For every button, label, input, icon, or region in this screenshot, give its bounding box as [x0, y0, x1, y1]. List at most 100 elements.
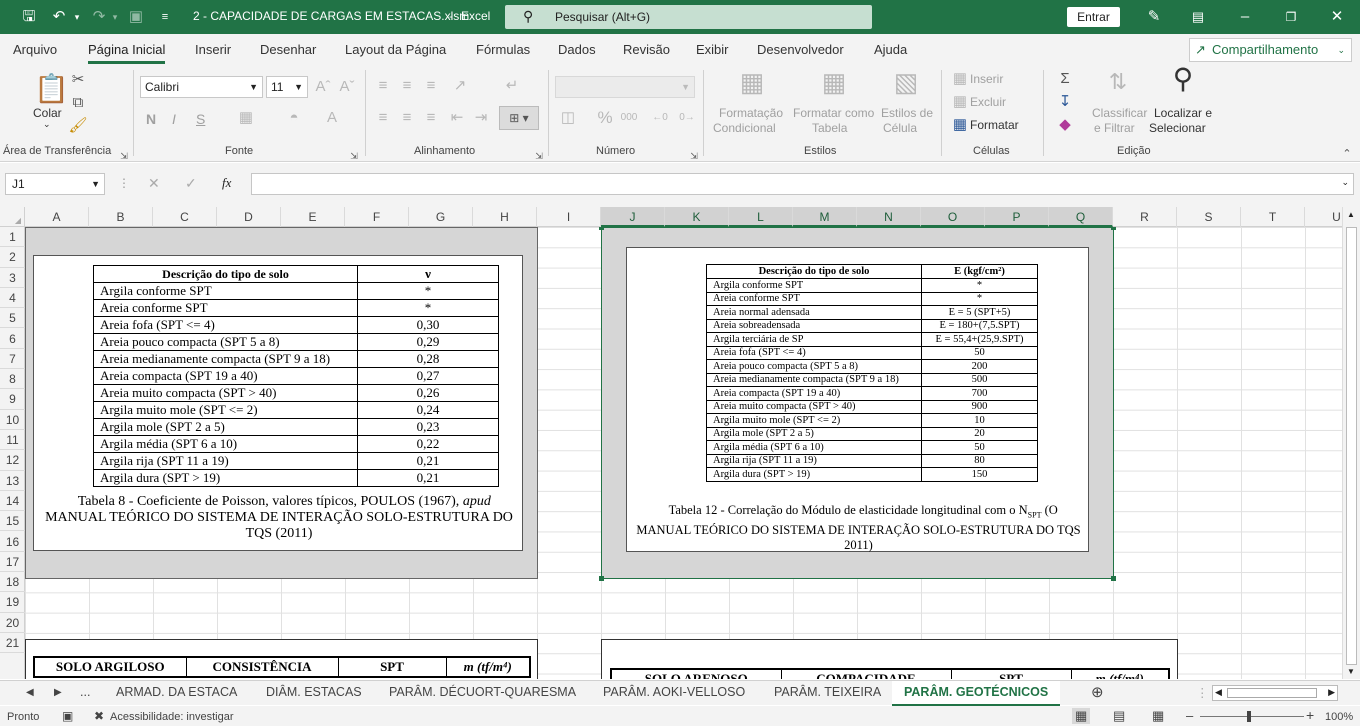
row-header-15[interactable]: 15 — [0, 511, 25, 532]
insert-function-button[interactable]: fx — [222, 175, 231, 191]
column-header-i[interactable]: I — [537, 207, 601, 227]
percent-icon[interactable]: % — [595, 108, 615, 128]
decrease-decimal-icon[interactable]: 0→ — [677, 108, 697, 128]
accessibility-status[interactable]: Acessibilidade: investigar — [110, 711, 234, 723]
format-cells-button[interactable]: Formatar — [970, 118, 1019, 132]
column-header-k[interactable]: K — [665, 207, 729, 227]
accessibility-icon[interactable]: ✖ — [94, 709, 104, 723]
cell-styles-icon[interactable]: ▧ — [891, 69, 921, 102]
row-header-7[interactable]: 7 — [0, 349, 25, 370]
tab-layout[interactable]: Layout da Página — [345, 42, 446, 57]
column-header-r[interactable]: R — [1113, 207, 1177, 227]
row-header-14[interactable]: 14 — [0, 491, 25, 512]
column-header-n[interactable]: N — [857, 207, 921, 227]
delete-cells-icon[interactable]: ▦ — [950, 92, 970, 112]
tab-revisao[interactable]: Revisão — [623, 42, 670, 57]
customize-toolbar-icon[interactable]: ≡ — [154, 6, 176, 28]
row-header-18[interactable]: 18 — [0, 572, 25, 593]
column-header-s[interactable]: S — [1177, 207, 1241, 227]
conditional-format-label-2[interactable]: Condicional — [713, 121, 776, 135]
enter-icon[interactable]: ✓ — [185, 175, 197, 192]
scroll-up-icon[interactable]: ▲ — [1347, 210, 1355, 219]
sheet-tab-diam[interactable]: DIÂM. ESTACAS — [266, 685, 362, 699]
paste-label[interactable]: Colar — [33, 106, 62, 120]
row-header-21[interactable]: 21 — [0, 633, 25, 654]
column-header-b[interactable]: B — [89, 207, 153, 227]
share-button[interactable]: ↗ Compartilhamento ⌄ — [1189, 38, 1352, 62]
underline-button[interactable]: S — [196, 111, 205, 127]
cell-styles-label-2[interactable]: Célula — [883, 121, 917, 135]
resize-handle[interactable] — [1111, 227, 1116, 230]
currency-icon[interactable]: ◫ — [558, 108, 578, 128]
zoom-slider[interactable] — [1200, 716, 1304, 717]
resize-handle[interactable] — [599, 227, 604, 230]
paste-dropdown-icon[interactable]: ⌄ — [43, 119, 51, 130]
scroll-right-icon[interactable]: ▶ — [1328, 687, 1335, 698]
tab-inserir[interactable]: Inserir — [195, 42, 231, 57]
insert-cells-button[interactable]: Inserir — [970, 72, 1003, 86]
row-header-10[interactable]: 10 — [0, 410, 25, 430]
conditional-format-label-1[interactable]: Formatação — [719, 106, 783, 120]
delete-cells-button[interactable]: Excluir — [970, 95, 1006, 109]
italic-button[interactable]: I — [172, 111, 176, 127]
column-header-h[interactable]: H — [473, 207, 537, 227]
row-header-6[interactable]: 6 — [0, 329, 25, 349]
decrease-indent-icon[interactable]: ⇤ — [447, 108, 467, 128]
solo-arenoso-picture[interactable]: SOLO ARENOSO COMPACIDADE SPT m (tf/m⁴) — [601, 639, 1178, 679]
prev-sheet-icon[interactable]: ◀ — [26, 687, 34, 698]
sheet-tab-teixeira[interactable]: PARÂM. TEIXEIRA — [774, 685, 881, 699]
tab-ajuda[interactable]: Ajuda — [874, 42, 907, 57]
sheet-tab-decourt[interactable]: PARÂM. DÉCUORT-QUARESMA — [389, 685, 576, 699]
cell-grid[interactable]: Descrição do tipo de solo ν Argila confo… — [25, 227, 1342, 679]
resize-handle[interactable] — [599, 576, 604, 581]
row-header-11[interactable]: 11 — [0, 430, 25, 451]
page-break-icon[interactable]: ▦ — [1152, 708, 1164, 724]
scroll-thumb[interactable] — [1346, 227, 1357, 665]
tab-arquivo[interactable]: Arquivo — [13, 42, 57, 57]
sheet-tab-armad[interactable]: ARMAD. DA ESTACA — [116, 685, 237, 699]
redo-dropdown-icon[interactable]: ▾ — [104, 6, 126, 28]
number-format-select[interactable]: ▼ — [555, 76, 695, 98]
select-all-button[interactable]: ◢ — [0, 207, 25, 227]
align-middle-icon[interactable]: ≡ — [397, 76, 417, 96]
ribbon-display-icon[interactable]: ▤ — [1187, 6, 1209, 28]
fill-color-icon[interactable]: ◓ — [284, 108, 304, 128]
scroll-thumb[interactable] — [1227, 688, 1317, 698]
row-header-3[interactable]: 3 — [0, 268, 25, 288]
align-left-icon[interactable]: ≡ — [373, 108, 393, 128]
cell-styles-label-1[interactable]: Estilos de — [881, 106, 933, 120]
tab-pagina-inicial[interactable]: Página Inicial — [88, 42, 166, 64]
formula-input[interactable]: ⌄ — [251, 173, 1354, 195]
zoom-level[interactable]: 100% — [1325, 711, 1353, 723]
format-as-table-label-1[interactable]: Formatar como — [793, 106, 874, 120]
zoom-in-icon[interactable]: + — [1306, 707, 1314, 723]
row-header-19[interactable]: 19 — [0, 592, 25, 613]
collapse-ribbon-icon[interactable]: ⌃ — [1337, 144, 1357, 164]
column-header-p[interactable]: P — [985, 207, 1049, 227]
row-header-1[interactable]: 1 — [0, 227, 25, 248]
format-cells-icon[interactable]: ▦ — [950, 115, 970, 135]
row-header-13[interactable]: 13 — [0, 471, 25, 491]
align-right-icon[interactable]: ≡ — [421, 108, 441, 128]
merge-center-icon[interactable]: ⊞ ▾ — [499, 106, 539, 130]
restore-icon[interactable]: ❐ — [1280, 6, 1302, 28]
zoom-slider-thumb[interactable] — [1247, 711, 1251, 722]
column-header-l[interactable]: L — [729, 207, 793, 227]
pen-icon[interactable]: ✎ — [1143, 6, 1165, 28]
column-header-a[interactable]: A — [25, 207, 89, 227]
save-icon[interactable]: 🖫 — [18, 6, 40, 28]
cancel-icon[interactable]: ✕ — [148, 175, 160, 192]
column-header-j[interactable]: J — [601, 207, 665, 227]
scroll-left-icon[interactable]: ◀ — [1215, 687, 1222, 698]
conditional-format-icon[interactable]: ▦ — [737, 69, 767, 102]
column-header-q[interactable]: Q — [1049, 207, 1113, 227]
format-as-table-label-2[interactable]: Tabela — [812, 121, 847, 135]
row-header-16[interactable]: 16 — [0, 532, 25, 552]
row-header-20[interactable]: 20 — [0, 613, 25, 633]
expand-formula-icon[interactable]: ⌄ — [1341, 177, 1349, 188]
touch-mode-icon[interactable]: ▣ — [125, 6, 147, 28]
bold-button[interactable]: N — [146, 111, 156, 127]
add-sheet-icon[interactable]: ⊕ — [1091, 683, 1104, 701]
macro-record-icon[interactable]: ▣ — [62, 709, 73, 723]
column-header-g[interactable]: G — [409, 207, 473, 227]
